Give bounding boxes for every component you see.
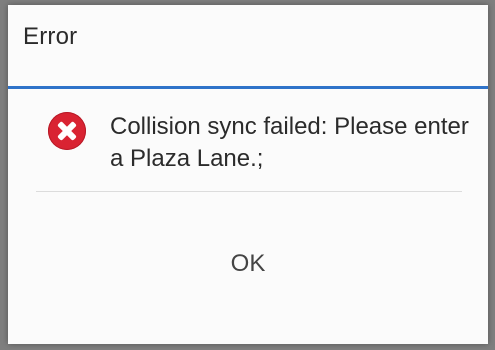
error-dialog: Error Collision sync failed: Please ente… — [8, 5, 488, 344]
error-icon — [48, 112, 86, 150]
dialog-title: Error — [23, 23, 78, 50]
error-message: Collision sync failed: Please enter a Pl… — [110, 113, 469, 172]
title-divider — [8, 86, 488, 89]
ok-button-label: OK — [230, 250, 266, 277]
ok-button[interactable]: OK — [8, 192, 488, 344]
